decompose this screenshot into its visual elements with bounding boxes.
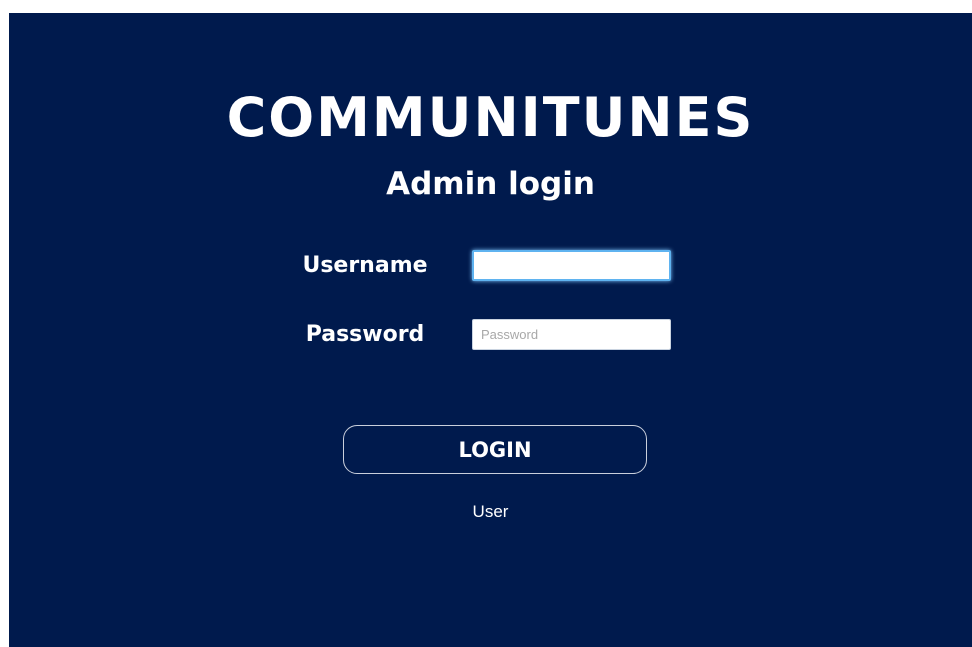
user-login-link[interactable]: User bbox=[9, 503, 972, 520]
password-input[interactable] bbox=[472, 319, 671, 350]
login-panel: COMMUNITUNES Admin login Username Passwo… bbox=[9, 13, 972, 647]
app-title: COMMUNITUNES bbox=[226, 86, 755, 149]
username-input[interactable] bbox=[472, 250, 671, 281]
username-label: Username bbox=[302, 253, 428, 278]
password-label: Password bbox=[305, 322, 425, 347]
login-button[interactable]: LOGIN bbox=[343, 425, 647, 474]
page-subtitle: Admin login bbox=[386, 166, 595, 202]
